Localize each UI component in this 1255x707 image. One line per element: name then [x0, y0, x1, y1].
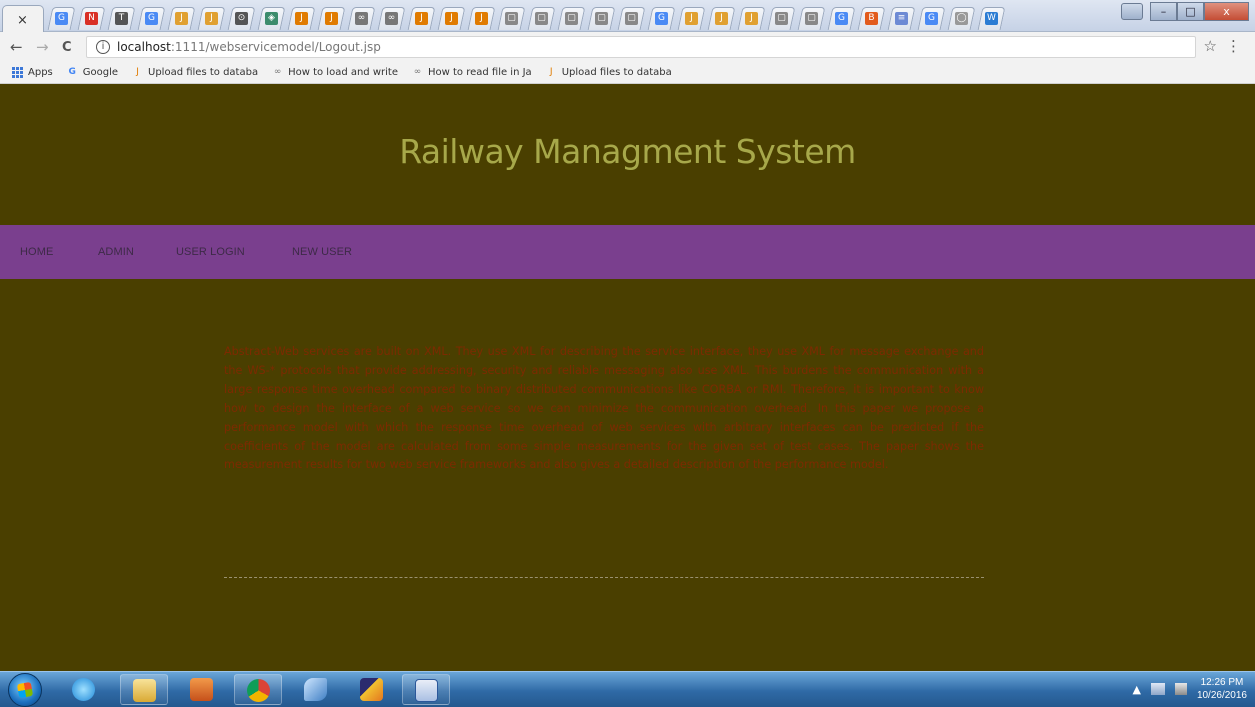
- tab-favicon-icon: N: [85, 12, 98, 25]
- tab-favicon-icon: ▢: [535, 12, 548, 25]
- window-controls: – □ x: [1150, 2, 1249, 22]
- nav-admin-link[interactable]: ADMIN: [98, 246, 134, 258]
- reload-button[interactable]: C: [62, 40, 72, 55]
- maximize-button[interactable]: □: [1177, 2, 1204, 21]
- taskbar-word[interactable]: [402, 674, 450, 705]
- bookmark-star-icon[interactable]: ☆: [1204, 37, 1217, 55]
- tab-favicon-icon: G: [145, 12, 158, 25]
- page-title: Railway Managment System: [399, 132, 856, 171]
- bookmark-upload-1[interactable]: J Upload files to databa: [132, 67, 258, 78]
- wand-icon: [360, 678, 383, 701]
- tab-favicon-icon: G: [655, 12, 668, 25]
- taskbar-dolphin[interactable]: [292, 674, 340, 705]
- tab-favicon-icon: J: [445, 12, 458, 25]
- taskbar-chrome[interactable]: [234, 674, 282, 705]
- nav-new-user-link[interactable]: NEW USER: [292, 246, 352, 258]
- tab-favicon-icon: J: [715, 12, 728, 25]
- tab-favicon-icon: ▢: [775, 12, 788, 25]
- url-input[interactable]: i localhost:1111/webservicemodel/Logout.…: [86, 36, 1196, 58]
- tab-favicon-icon: ▢: [625, 12, 638, 25]
- tab-favicon-icon: J: [685, 12, 698, 25]
- tab-favicon-icon: ▢: [565, 12, 578, 25]
- nav-user-login-link[interactable]: USER LOGIN: [176, 246, 245, 258]
- tab-favicon-icon: ∞: [355, 12, 368, 25]
- site-navbar: HOME ADMIN USER LOGIN NEW USER: [0, 225, 1255, 279]
- taskbar-file-explorer[interactable]: [120, 674, 168, 705]
- tab-favicon-icon: G: [835, 12, 848, 25]
- tab-favicon-icon: G: [55, 12, 68, 25]
- clock[interactable]: 12:26 PM 10/26/2016: [1197, 676, 1247, 702]
- bookmark-read-file[interactable]: ∞ How to read file in Ja: [412, 67, 532, 78]
- chrome-icon: [247, 679, 270, 702]
- close-tab-icon[interactable]: ×: [17, 13, 28, 28]
- info-icon[interactable]: i: [96, 40, 110, 54]
- tab-favicon-icon: T: [115, 12, 128, 25]
- page-icon: ∞: [273, 67, 282, 77]
- show-hidden-icons-button[interactable]: ▲: [1132, 683, 1140, 696]
- file-explorer-icon: [133, 679, 156, 702]
- taskbar-media-player[interactable]: [178, 674, 226, 705]
- upload-icon: J: [136, 67, 139, 77]
- apps-icon: [12, 67, 23, 78]
- tab-favicon-icon: J: [475, 12, 488, 25]
- taskbar-internet-explorer[interactable]: [60, 674, 108, 705]
- tab-favicon-icon: W: [985, 12, 998, 25]
- tab-favicon-icon: ∞: [385, 12, 398, 25]
- tab-favicon-icon: ▢: [505, 12, 518, 25]
- tab-favicon-icon: B: [865, 12, 878, 25]
- bookmark-load-write[interactable]: ∞ How to load and write: [272, 67, 398, 78]
- minimize-button[interactable]: –: [1150, 2, 1177, 21]
- profile-icon[interactable]: [1121, 3, 1143, 20]
- content-divider: [224, 577, 984, 578]
- windows-taskbar: ▲ 12:26 PM 10/26/2016: [0, 671, 1255, 707]
- tab-favicon-icon: ⊙: [235, 12, 248, 25]
- page-icon: ∞: [413, 67, 422, 77]
- bookmark-apps[interactable]: Apps: [12, 67, 53, 78]
- volume-icon[interactable]: [1174, 683, 1187, 695]
- clock-time: 12:26 PM: [1200, 677, 1244, 688]
- forward-button[interactable]: →: [36, 38, 49, 56]
- back-button[interactable]: ←: [10, 38, 23, 56]
- google-icon: G: [68, 67, 76, 77]
- word-icon: [415, 679, 438, 702]
- bookmark-upload-2[interactable]: J Upload files to databa: [546, 67, 672, 78]
- dolphin-icon: [304, 678, 327, 701]
- system-tray: ▲ 12:26 PM 10/26/2016: [1132, 676, 1247, 702]
- tab-favicon-icon: J: [295, 12, 308, 25]
- address-bar-row: ← → C i localhost:1111/webservicemodel/L…: [0, 32, 1255, 62]
- tab-favicon-icon: J: [175, 12, 188, 25]
- bookmark-google[interactable]: G Google: [67, 67, 118, 78]
- start-button[interactable]: [8, 673, 42, 707]
- internet-explorer-icon: [72, 678, 95, 701]
- web-page: Railway Managment System HOME ADMIN USER…: [0, 85, 1255, 671]
- url-text[interactable]: localhost:1111/webservicemodel/Logout.js…: [117, 40, 381, 54]
- active-tab[interactable]: ×: [2, 5, 44, 32]
- network-icon[interactable]: [1150, 683, 1165, 695]
- tab-favicon-icon: G: [925, 12, 938, 25]
- tab-favicon-icon: J: [205, 12, 218, 25]
- nav-home-link[interactable]: HOME: [20, 246, 53, 258]
- tab-favicon-icon: J: [415, 12, 428, 25]
- abstract-text: Abstract-Web services are built on XML. …: [224, 345, 984, 472]
- tab-favicon-icon: ◈: [265, 12, 278, 25]
- taskbar-wand-app[interactable]: [348, 674, 396, 705]
- browser-tabstrip: × G N T G J J ⊙ ◈ J J ∞ ∞ J J J ▢ ▢ ▢ ▢ ▢ G J J J ▢ ▢ G B ≡ G ◯ W – □ x: [0, 0, 1255, 32]
- tab-favicon-icon: J: [325, 12, 338, 25]
- tab-favicon-icon: ▢: [595, 12, 608, 25]
- clock-date: 10/26/2016: [1196, 690, 1247, 701]
- upload-icon: J: [549, 67, 553, 77]
- tab-favicon-icon: ≡: [895, 12, 908, 25]
- tab-favicon-icon: ▢: [805, 12, 818, 25]
- menu-icon[interactable]: ⋮: [1226, 37, 1241, 55]
- tab-favicon-icon: ◯: [955, 12, 968, 25]
- close-window-button[interactable]: x: [1204, 2, 1249, 21]
- tab-favicon-icon: J: [745, 12, 758, 25]
- bookmarks-bar: Apps G Google J Upload files to databa ∞…: [0, 62, 1255, 84]
- media-player-icon: [190, 678, 213, 701]
